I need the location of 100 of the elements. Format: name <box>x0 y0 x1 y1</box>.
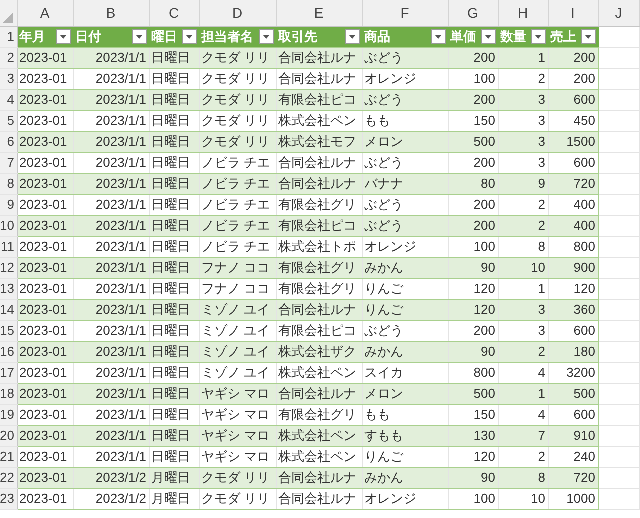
table-cell[interactable]: すもも <box>362 425 448 446</box>
row-header[interactable]: 1 <box>0 26 17 47</box>
table-cell[interactable]: 120 <box>448 299 498 320</box>
table-cell[interactable]: 2023/1/1 <box>73 320 149 341</box>
table-cell[interactable]: 日曜日 <box>149 68 199 89</box>
table-cell[interactable]: 200 <box>548 47 598 68</box>
row-header[interactable]: 14 <box>0 299 17 320</box>
table-cell[interactable]: 日曜日 <box>149 215 199 236</box>
table-cell[interactable]: 2 <box>498 341 548 362</box>
table-cell[interactable]: 有限会社グリ <box>276 194 362 215</box>
table-cell[interactable]: りんご <box>362 446 448 467</box>
table-cell[interactable]: 600 <box>548 89 598 110</box>
row-header[interactable]: 7 <box>0 152 17 173</box>
table-cell[interactable]: 2023-01 <box>17 194 73 215</box>
table-cell[interactable]: 株式会社トポ <box>276 236 362 257</box>
table-cell[interactable]: もも <box>362 404 448 425</box>
table-cell[interactable]: クモダ リリ <box>199 89 276 110</box>
table-cell[interactable]: ノビラ チエ <box>199 173 276 194</box>
table-cell[interactable]: 日曜日 <box>149 446 199 467</box>
table-cell[interactable]: クモダ リリ <box>199 68 276 89</box>
table-cell[interactable]: 日曜日 <box>149 257 199 278</box>
row-header[interactable]: 12 <box>0 257 17 278</box>
row-header[interactable]: 16 <box>0 341 17 362</box>
table-cell[interactable]: ミゾノ ユイ <box>199 341 276 362</box>
row-header[interactable]: 13 <box>0 278 17 299</box>
table-cell[interactable]: 2023-01 <box>17 215 73 236</box>
table-cell[interactable]: クモダ リリ <box>199 131 276 152</box>
table-cell[interactable]: 合同会社ルナ <box>276 383 362 404</box>
table-cell[interactable]: 2023-01 <box>17 320 73 341</box>
table-cell[interactable]: 500 <box>548 383 598 404</box>
table-cell[interactable]: ぶどう <box>362 320 448 341</box>
table-cell[interactable]: 有限会社グリ <box>276 257 362 278</box>
table-cell[interactable]: 10 <box>498 257 548 278</box>
table-cell[interactable]: 日曜日 <box>149 278 199 299</box>
table-cell[interactable]: 2023-01 <box>17 131 73 152</box>
table-cell[interactable]: 600 <box>548 152 598 173</box>
table-cell[interactable]: 2023-01 <box>17 173 73 194</box>
table-cell[interactable]: 2023/1/1 <box>73 89 149 110</box>
column-header[interactable]: C <box>149 0 199 26</box>
table-cell[interactable]: 合同会社ルナ <box>276 47 362 68</box>
table-cell[interactable]: 日曜日 <box>149 320 199 341</box>
table-cell[interactable]: 月曜日 <box>149 488 199 509</box>
table-cell[interactable]: 有限会社ピコ <box>276 215 362 236</box>
table-cell[interactable]: ノビラ チエ <box>199 194 276 215</box>
table-cell[interactable]: フナノ ココ <box>199 257 276 278</box>
table-cell[interactable]: 日曜日 <box>149 383 199 404</box>
filter-button[interactable] <box>132 29 146 44</box>
table-cell[interactable]: 150 <box>448 110 498 131</box>
table-cell[interactable]: 2023/1/2 <box>73 467 149 488</box>
table-cell[interactable]: 2023/1/1 <box>73 194 149 215</box>
table-cell[interactable]: 100 <box>448 488 498 509</box>
table-cell[interactable]: ミゾノ ユイ <box>199 299 276 320</box>
table-cell[interactable]: 600 <box>548 404 598 425</box>
table-cell[interactable]: 90 <box>448 467 498 488</box>
table-cell[interactable]: ぶどう <box>362 215 448 236</box>
table-cell[interactable]: 3200 <box>548 362 598 383</box>
row-header[interactable]: 21 <box>0 446 17 467</box>
table-cell[interactable]: 2023/1/1 <box>73 110 149 131</box>
table-cell[interactable]: 2 <box>498 68 548 89</box>
table-cell[interactable]: 2023-01 <box>17 278 73 299</box>
table-cell[interactable]: 日曜日 <box>149 152 199 173</box>
table-cell[interactable]: 2023/1/1 <box>73 278 149 299</box>
row-header[interactable]: 15 <box>0 320 17 341</box>
filter-button[interactable] <box>344 29 360 44</box>
table-cell[interactable]: 900 <box>548 257 598 278</box>
table-cell[interactable]: 2023/1/1 <box>73 215 149 236</box>
table-cell[interactable]: 2 <box>498 215 548 236</box>
table-cell[interactable]: 180 <box>548 341 598 362</box>
table-cell[interactable]: 2023/1/1 <box>73 425 149 446</box>
table-cell[interactable]: フナノ ココ <box>199 278 276 299</box>
table-cell[interactable]: みかん <box>362 467 448 488</box>
filter-button[interactable] <box>258 29 274 44</box>
row-header[interactable]: 2 <box>0 47 17 68</box>
table-cell[interactable]: 120 <box>448 278 498 299</box>
table-cell[interactable]: 910 <box>548 425 598 446</box>
table-cell[interactable]: ノビラ チエ <box>199 236 276 257</box>
table-cell[interactable]: 有限会社ピコ <box>276 320 362 341</box>
table-cell[interactable]: クモダ リリ <box>199 488 276 509</box>
row-header[interactable]: 23 <box>0 488 17 509</box>
table-cell[interactable]: 200 <box>448 152 498 173</box>
table-cell[interactable]: 3 <box>498 320 548 341</box>
table-cell[interactable]: 有限会社グリ <box>276 404 362 425</box>
row-header[interactable]: 22 <box>0 467 17 488</box>
row-header[interactable]: 6 <box>0 131 17 152</box>
column-header[interactable]: D <box>199 0 276 26</box>
row-header[interactable]: 10 <box>0 215 17 236</box>
table-cell[interactable]: 500 <box>448 131 498 152</box>
table-cell[interactable]: 株式会社ペン <box>276 425 362 446</box>
table-cell[interactable]: ミゾノ ユイ <box>199 320 276 341</box>
table-cell[interactable]: みかん <box>362 257 448 278</box>
table-cell[interactable]: 90 <box>448 341 498 362</box>
table-cell[interactable]: 有限会社グリ <box>276 278 362 299</box>
table-cell[interactable]: 合同会社ルナ <box>276 152 362 173</box>
table-cell[interactable]: 1500 <box>548 131 598 152</box>
table-cell[interactable]: ヤギシ マロ <box>199 404 276 425</box>
table-cell[interactable]: 2023-01 <box>17 446 73 467</box>
table-cell[interactable]: 800 <box>548 236 598 257</box>
column-header[interactable]: B <box>73 0 149 26</box>
table-cell[interactable]: 1 <box>498 383 548 404</box>
row-header[interactable]: 3 <box>0 68 17 89</box>
